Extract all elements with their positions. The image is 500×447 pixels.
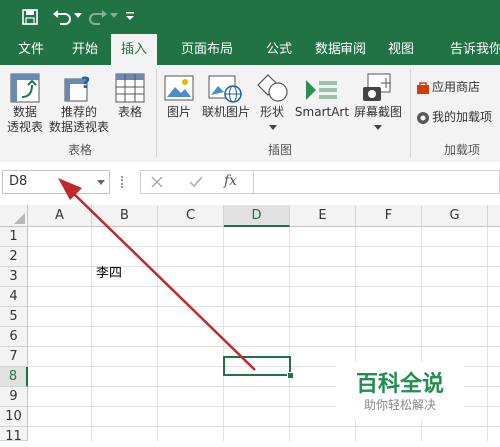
gridline <box>28 426 500 427</box>
formula-input[interactable] <box>254 170 500 194</box>
store-icon <box>417 82 429 94</box>
shapes-dropdown-icon[interactable] <box>269 125 277 130</box>
group-label-illustrations: 插图 <box>267 143 292 157</box>
enter-icon[interactable] <box>189 176 203 188</box>
gridline <box>28 306 500 307</box>
tab-formulas[interactable]: 公式 <box>256 34 302 65</box>
tab-page-layout[interactable]: 页面布局 <box>165 34 249 65</box>
watermark: 百科全说 助你轻松解决 <box>336 362 464 420</box>
gridline <box>28 286 500 287</box>
tab-home[interactable]: 开始 <box>62 34 108 65</box>
smartart-button[interactable]: SmartArt <box>292 105 352 120</box>
pivottable-button[interactable]: 数据 透视表 <box>0 105 50 135</box>
gridline <box>91 227 92 441</box>
column-header-f[interactable]: F <box>356 205 422 227</box>
smartart-icon <box>306 80 337 100</box>
row-header-10[interactable]: 10 <box>0 407 28 427</box>
recommended-pivot-label-2: 数据透视表 <box>48 120 109 134</box>
watermark-title: 百科全说 <box>355 372 444 397</box>
select-all-corner[interactable] <box>0 205 28 227</box>
pictures-icon <box>164 75 194 101</box>
redo-dropdown-icon[interactable] <box>110 13 118 19</box>
store-button[interactable]: 应用商店 <box>432 80 492 95</box>
cell-b3[interactable]: 李四 <box>96 264 122 284</box>
save-icon[interactable] <box>22 9 38 25</box>
screenshot-icon <box>363 73 391 101</box>
table-icon <box>115 73 145 103</box>
gridline <box>28 246 500 247</box>
group-separator <box>410 69 411 157</box>
group-label-addins: 加载项 <box>443 143 480 157</box>
my-addins-button[interactable]: 我的加载项 <box>432 110 500 125</box>
ribbon-panel: 数据 透视表 ? 推荐的 数据透视表 表格 表格 图片 联机图片 形状 Smar… <box>0 65 500 163</box>
gridline <box>157 227 158 441</box>
gridline <box>28 346 500 347</box>
undo-icon[interactable] <box>52 8 72 26</box>
row-header-9[interactable]: 9 <box>0 387 28 407</box>
pivottable-icon <box>10 73 40 103</box>
tab-review[interactable]: 审阅 <box>330 34 376 65</box>
screenshot-button[interactable]: 屏幕截图 <box>350 105 406 120</box>
row-header-1[interactable]: 1 <box>0 227 28 247</box>
redo-icon[interactable] <box>88 8 108 26</box>
column-header-b[interactable]: B <box>92 205 158 227</box>
online-pictures-icon <box>208 75 242 103</box>
formula-bar: D8 fx <box>0 162 500 206</box>
name-box-dropdown-icon[interactable] <box>97 180 105 185</box>
recommended-pivot-label-1: 推荐的 <box>60 105 97 119</box>
gridline <box>28 326 500 327</box>
column-header-g[interactable]: G <box>422 205 488 227</box>
row-header-6[interactable]: 6 <box>0 327 28 347</box>
svg-text:?: ? <box>81 73 90 92</box>
row-header-3[interactable]: 3 <box>0 267 28 287</box>
customize-toolbar-icon[interactable] <box>125 10 135 22</box>
select-all-triangle-icon <box>14 213 25 224</box>
pictures-button[interactable]: 图片 <box>159 105 199 120</box>
my-addins-icon <box>417 112 429 124</box>
group-separator <box>156 69 157 157</box>
formula-bar-grip[interactable] <box>121 176 126 188</box>
column-header-a[interactable]: A <box>28 205 92 227</box>
row-header-4[interactable]: 4 <box>0 287 28 307</box>
row-header-5[interactable]: 5 <box>0 307 28 327</box>
fill-handle[interactable] <box>287 372 294 379</box>
gridline <box>223 227 224 441</box>
gridline <box>487 227 488 441</box>
pivottable-label-2: 透视表 <box>6 120 43 134</box>
row-header-7[interactable]: 7 <box>0 347 28 367</box>
gridline <box>289 227 290 441</box>
formula-buttons: fx <box>140 170 254 194</box>
name-box[interactable]: D8 <box>2 170 110 194</box>
insert-function-icon[interactable]: fx <box>224 173 237 189</box>
title-bar <box>0 0 500 34</box>
recommended-pivottable-icon: ? <box>64 73 90 102</box>
screenshot-dropdown-icon[interactable] <box>374 125 382 130</box>
shapes-button[interactable]: 形状 <box>254 105 290 120</box>
recommended-pivottable-button[interactable]: 推荐的 数据透视表 <box>48 105 110 135</box>
column-header-c[interactable]: C <box>158 205 224 227</box>
selected-cell-d8[interactable] <box>223 356 291 376</box>
watermark-subtitle: 助你轻松解决 <box>363 398 436 412</box>
column-header-h[interactable] <box>488 205 500 227</box>
tab-insert[interactable]: 插入 <box>111 34 157 65</box>
undo-dropdown-icon[interactable] <box>74 13 82 19</box>
table-button[interactable]: 表格 <box>110 105 150 120</box>
cancel-icon[interactable] <box>151 176 163 188</box>
row-header-8[interactable]: 8 <box>0 367 28 387</box>
pivottable-label-1: 数据 <box>12 105 37 119</box>
shapes-icon <box>257 74 288 102</box>
ribbon-tabs: 文件 开始 插入 页面布局 公式 数据 审阅 视图 告诉我你 <box>0 34 500 90</box>
tab-view[interactable]: 视图 <box>378 34 424 65</box>
tell-me-search[interactable]: 告诉我你 <box>450 34 500 65</box>
column-header-e[interactable]: E <box>290 205 356 227</box>
row-header-2[interactable]: 2 <box>0 247 28 267</box>
row-header-11[interactable]: 11 <box>0 427 28 444</box>
name-box-value: D8 <box>9 174 28 189</box>
column-header-d[interactable]: D <box>224 205 290 227</box>
tab-file[interactable]: 文件 <box>10 34 52 65</box>
online-pictures-button[interactable]: 联机图片 <box>198 105 254 120</box>
group-label-tables: 表格 <box>67 143 92 157</box>
